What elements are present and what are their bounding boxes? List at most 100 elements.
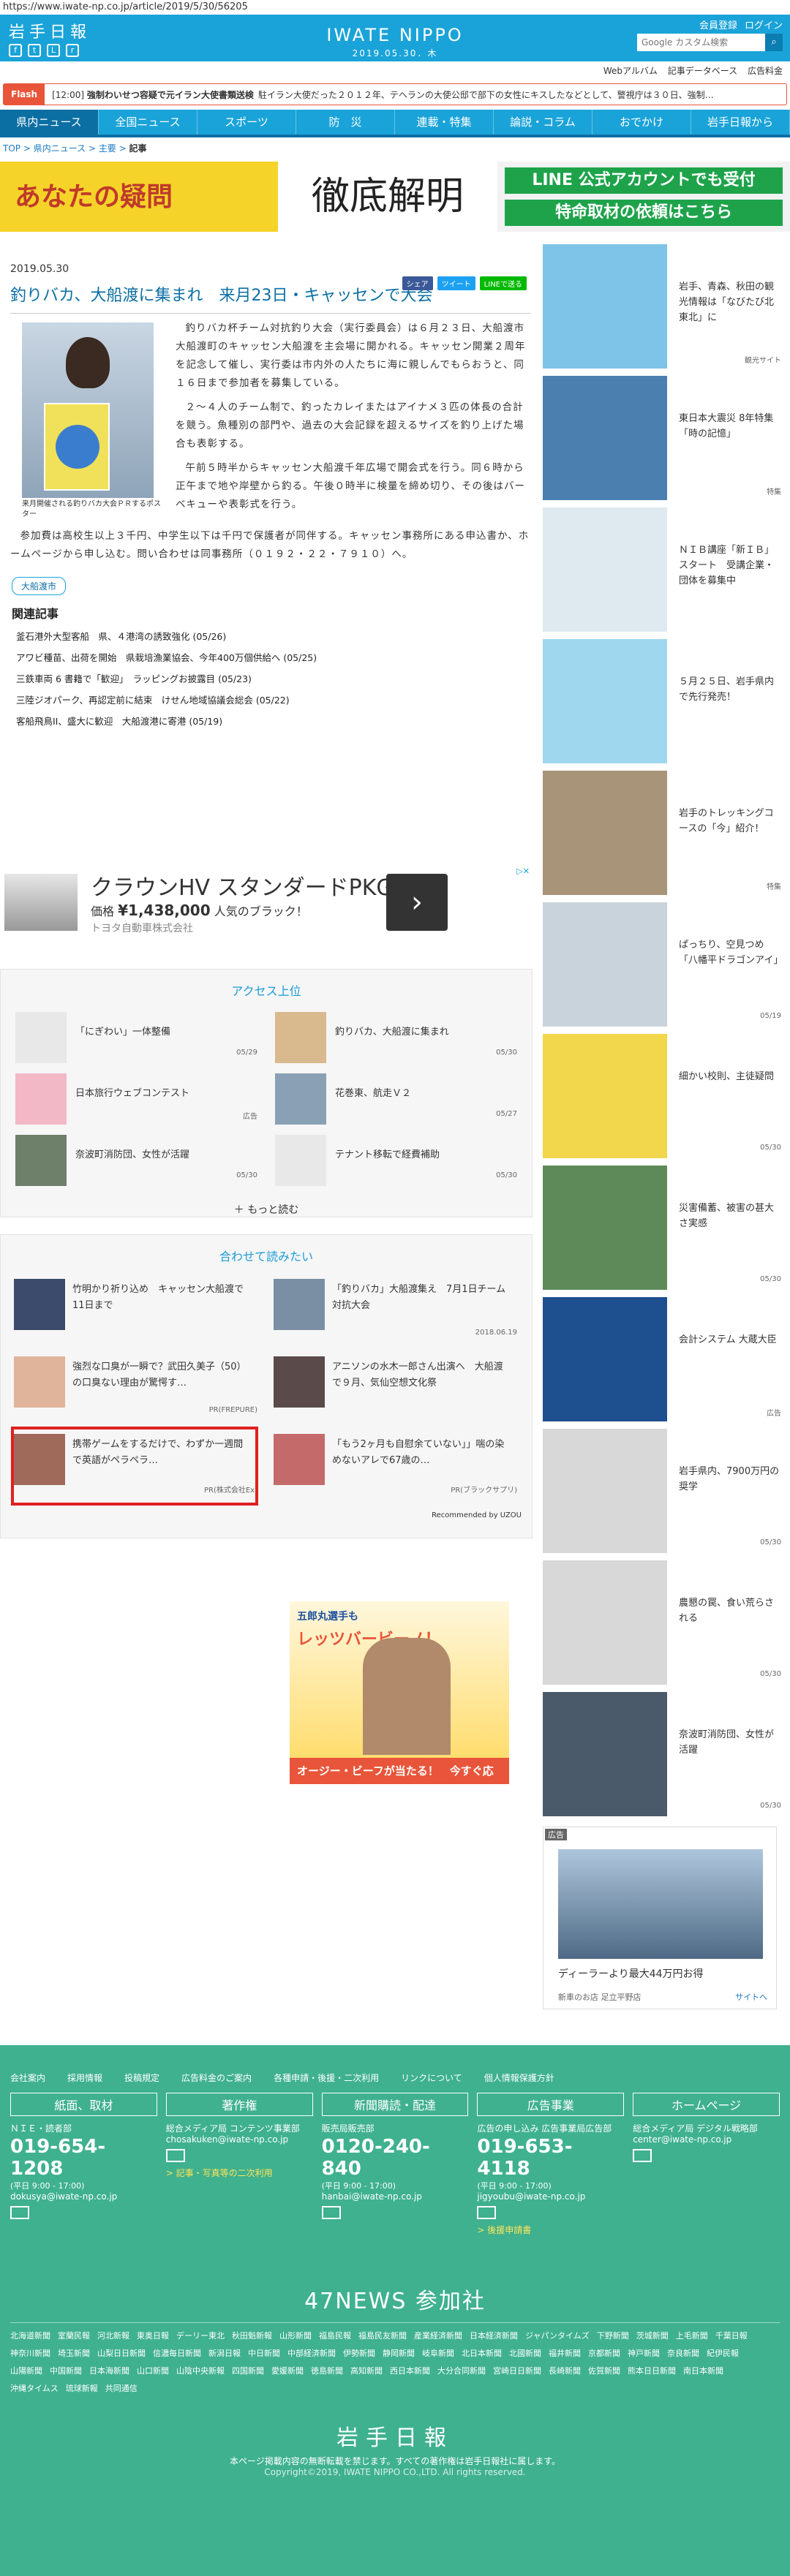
car-ad[interactable]: クラウンHV スタンダードPKG 価格 ¥1,438,000 人気のブラック！ … (0, 866, 533, 938)
beef-ad[interactable]: 五郎丸選手も レッツバービーノ！ オージー・ビーフが当たる！ 今すぐ応募！ (290, 1601, 509, 1804)
paper-link[interactable]: 日本経済新聞 (470, 2331, 518, 2341)
rank-item[interactable]: 釣りバカ、大船渡に集まれ 05/30 (275, 1006, 517, 1068)
related-link[interactable]: 三陸ジオパーク、再認定前に結束 けせん地域協議会総会 (05/22) (16, 690, 541, 711)
magnifier-icon[interactable]: ⌕ (765, 34, 783, 51)
adchoices-icon[interactable]: ▷✕ (516, 866, 530, 876)
brand-name[interactable]: IWATE NIPPO (307, 25, 483, 45)
footer-link[interactable]: 投稿規定 (124, 2071, 159, 2084)
rank-item[interactable]: 「にぎわい」一体整備 05/29 (15, 1006, 257, 1068)
footer-link[interactable]: 会社案内 (10, 2071, 45, 2084)
site-link[interactable]: サイトへ (735, 1991, 767, 2003)
paper-link[interactable]: デーリー東北 (176, 2331, 225, 2341)
paper-link[interactable]: 新潟日報 (208, 2349, 241, 2358)
paper-link[interactable]: 伊勢新聞 (343, 2349, 375, 2358)
paper-link[interactable]: 福井新聞 (549, 2349, 581, 2358)
side-item[interactable]: ５月２５日、岩手県内で先行発売！ (543, 639, 784, 771)
facebook-icon[interactable]: f (9, 44, 22, 57)
related-link[interactable]: アワビ種苗、出荷を開始 県栽培漁業協会、今年400万個供給へ (05/25) (16, 647, 541, 668)
rank-item[interactable]: 日本旅行ウェブコンテスト 広告 (15, 1068, 257, 1129)
sublink-database[interactable]: 記事データベース (668, 66, 737, 76)
apply-button[interactable]: オージー・ビーフが当たる！ 今すぐ応募！ (290, 1758, 509, 1804)
paper-link[interactable]: 山口新聞 (137, 2366, 169, 2376)
campaign-banner[interactable]: あなたの疑問 徹底解明 LINE 公式アカウントでも受付 特命取材の依頼はこちら (0, 162, 790, 232)
article-photo[interactable]: 来月開催される釣りバカ大会ＰＲするポスター (22, 322, 161, 520)
footer-link[interactable]: 広告料金のご案内 (181, 2071, 252, 2084)
nav-local[interactable]: 県内ニュース (0, 110, 99, 135)
nav-column[interactable]: 論説・コラム (494, 110, 592, 135)
register-link[interactable]: 会員登録 (699, 18, 737, 31)
rank-item[interactable]: 奈波町消防団、女性が活躍 05/30 (15, 1129, 257, 1190)
paper-link[interactable]: 沖縄タイムス (10, 2384, 59, 2393)
paper-link[interactable]: 共同通信 (105, 2384, 138, 2393)
related-link[interactable]: 客船飛鳥II、盛大に歓迎 大船渡港に寄港 (05/19) (16, 711, 541, 732)
paper-link[interactable]: 千葉日報 (715, 2331, 748, 2341)
paper-link[interactable]: 神奈川新聞 (10, 2349, 50, 2358)
flash-news[interactable]: Flash [12:00] 強制わいせつ容疑で元イラン大使書類送検 駐イラン大使だ… (3, 83, 787, 105)
paper-link[interactable]: 山形新聞 (279, 2331, 312, 2341)
paper-link[interactable]: 北海道新聞 (10, 2331, 50, 2341)
paper-link[interactable]: 北國新聞 (509, 2349, 541, 2358)
paper-link[interactable]: 上毛新聞 (676, 2331, 708, 2341)
nav-sports[interactable]: スポーツ (198, 110, 296, 135)
reco-item[interactable]: 「もう2ヶ月も自慰余ていない」」喘の染めないアレで67歳の… PR(ブラックサプリ… (271, 1427, 522, 1504)
rank-item[interactable]: テナント移転で経費補助 05/30 (275, 1129, 517, 1190)
side-item[interactable]: 岩手のトレッキングコースの「今」紹介！ 特集 (543, 771, 784, 902)
paper-link[interactable]: 西日本新聞 (390, 2366, 430, 2376)
side-item[interactable]: ぱっちり、空見つめ「八幡平ドラゴンアイ」 05/19 (543, 902, 784, 1034)
nav-disaster[interactable]: 防 災 (296, 110, 395, 135)
side-item[interactable]: 農懇の罠、食い荒らされる 05/30 (543, 1560, 784, 1692)
paper-link[interactable]: 埼玉新聞 (58, 2349, 90, 2358)
line-account-button[interactable]: LINE 公式アカウントでも受付 (505, 167, 783, 194)
reco-item[interactable]: 「釣りバカ」大船渡集え 7月1日チーム対抗大会 2018.06.19 (271, 1272, 522, 1349)
paper-link[interactable]: 岐阜新聞 (422, 2349, 454, 2358)
paper-link[interactable]: 高知新聞 (350, 2366, 383, 2376)
paper-link[interactable]: 山梨日日新聞 (97, 2349, 146, 2358)
paper-link[interactable]: 中部経済新聞 (287, 2349, 336, 2358)
reco-item-highlighted[interactable]: 携帯ゲームをするだけで、わずか一週間で英語がペラペラ… PR(株式会社Ex) (11, 1427, 262, 1506)
paper-link[interactable]: 京都新聞 (588, 2349, 620, 2358)
paper-link[interactable]: 佐賀新聞 (588, 2366, 620, 2376)
ad-go-button[interactable]: › (386, 874, 448, 931)
paper-link[interactable]: 愛媛新聞 (271, 2366, 304, 2376)
paper-link[interactable]: 信濃毎日新聞 (153, 2349, 201, 2358)
paper-link[interactable]: 宮崎日日新聞 (493, 2366, 541, 2376)
tweet-button[interactable]: ツイート (437, 276, 475, 290)
footer-link[interactable]: 個人情報保護方針 (484, 2071, 554, 2084)
paper-link[interactable]: 山陽新聞 (10, 2366, 42, 2376)
reco-item[interactable]: 強烈な口臭が一瞬で？武田久美子（50）の口臭ない理由が驚愕す… PR(FREPUR… (11, 1349, 262, 1427)
side-item[interactable]: 東日本大震災 8年特集 「時の記憶」 特集 (543, 376, 784, 507)
line-share-button[interactable]: LINEで送る (479, 276, 527, 290)
rss-icon[interactable]: r (66, 44, 79, 57)
tag-ofunato[interactable]: 大船渡市 (12, 577, 67, 595)
paper-link[interactable]: 中国新聞 (50, 2366, 82, 2376)
sublink-adprice[interactable]: 広告料金 (748, 66, 783, 76)
paper-link[interactable]: 熊本日日新聞 (628, 2366, 676, 2376)
footer-link[interactable]: リンクについて (401, 2071, 462, 2084)
dealer-ad[interactable]: 広告 ディーラーより最大44万円お得 新車のお店 足立平野店 サイトへ (543, 1827, 777, 2009)
facebook-share-button[interactable]: シェア (402, 276, 433, 290)
paper-link[interactable]: 琉球新報 (66, 2384, 98, 2393)
side-item[interactable]: 奈波町消防団、女性が活躍 05/30 (543, 1692, 784, 1824)
paper-link[interactable]: 河北新報 (97, 2331, 129, 2341)
paper-link[interactable]: 紀伊民報 (707, 2349, 739, 2358)
crumb-local[interactable]: 県内ニュース (34, 143, 86, 154)
paper-link[interactable]: 東奥日報 (137, 2331, 169, 2341)
crumb-main[interactable]: 主要 (99, 143, 116, 154)
twitter-icon[interactable]: t (28, 44, 41, 57)
reco-item[interactable]: アニソンの水木一郎さん出演へ 大船渡で９月、気仙空想文化祭 (271, 1349, 522, 1427)
login-link[interactable]: ログイン (745, 18, 783, 31)
paper-link[interactable]: 静岡新聞 (383, 2349, 415, 2358)
paper-link[interactable]: 神戸新聞 (628, 2349, 660, 2358)
side-item[interactable]: 岩手、青森、秋田の観光情報は「なびたび北東北」に 観光サイト (543, 244, 784, 376)
side-item[interactable]: ＮＩＢ講座「新ＩＢ」スタート 受講企業・団体を募集中 (543, 507, 784, 639)
paper-link[interactable]: 奈良新聞 (667, 2349, 699, 2358)
paper-link[interactable]: 秋田魁新報 (232, 2331, 272, 2341)
reco-item[interactable]: 竹明かり祈り込め キャッセン大船渡で11日まで (11, 1272, 262, 1349)
side-item[interactable]: 細かい校則、主徒疑問 05/30 (543, 1034, 784, 1166)
paper-link[interactable]: 山陰中央新報 (176, 2366, 225, 2376)
site-logo[interactable]: 岩手日報 (9, 19, 91, 42)
related-link[interactable]: 釜石港外大型客船 県、４港湾の誘致強化 (05/26) (16, 626, 541, 647)
request-button[interactable]: 特命取材の依頼はこちら (505, 200, 783, 226)
nav-from-nippo[interactable]: 岩手日報から (691, 110, 790, 135)
paper-link[interactable]: 茨城新聞 (636, 2331, 669, 2341)
